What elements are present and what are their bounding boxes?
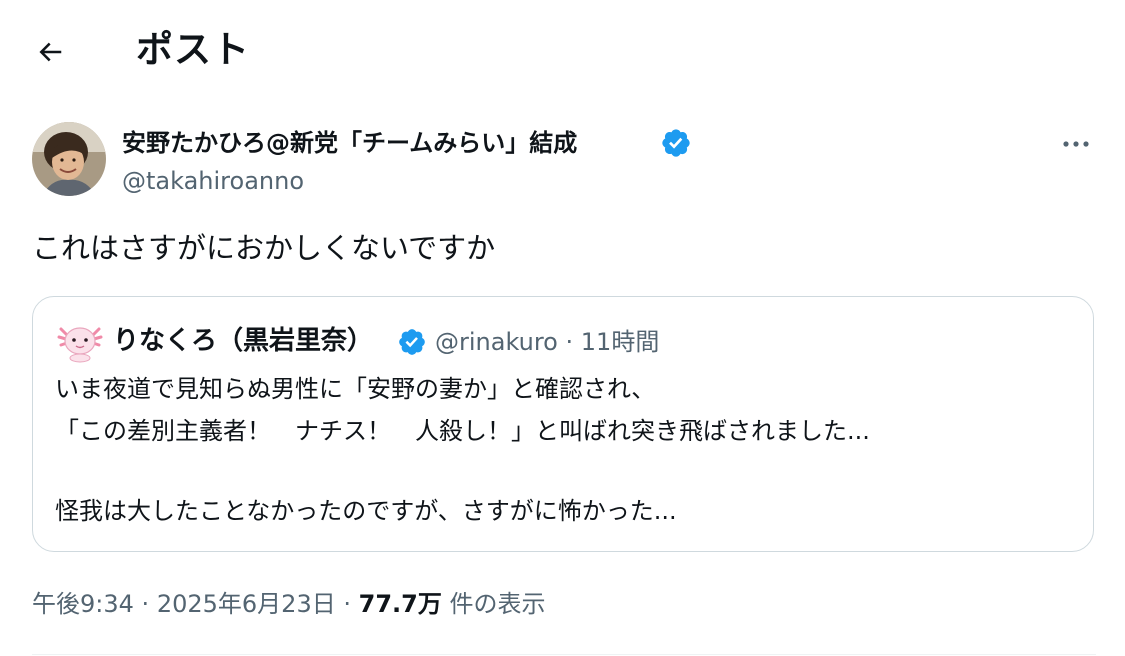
views-label: 件の表示 [449, 590, 546, 618]
page-title: ポスト [136, 28, 250, 71]
quoted-text-line: 怪我は大したことなかったのですが、さすがに怖かった... [55, 497, 677, 525]
profile-photo-icon [32, 122, 106, 196]
post-author: 安野たかひろ@新党「チームみらい」結成 @takahiroanno [32, 122, 1096, 202]
views-count[interactable]: 77.7万 [359, 590, 442, 618]
quoted-post[interactable]: りなくろ（黒岩里奈） @rinakuro · 11時間 いま夜道で見知らぬ男性に… [32, 296, 1094, 552]
avatar[interactable] [32, 122, 106, 196]
quoted-text-line: いま夜道で見知らぬ男性に「安野の妻か」と確認され、 [55, 375, 656, 403]
author-name[interactable]: 安野たかひろ@新党「チームみらい」結成 [122, 126, 577, 160]
author-handle[interactable]: @takahiroanno [122, 166, 304, 196]
page-header: ポスト [0, 0, 1125, 100]
post-date[interactable]: 2025年6月23日 [157, 590, 336, 618]
meta-separator: · [565, 328, 574, 356]
post-time[interactable]: 午後9:34 [32, 590, 134, 618]
meta-separator: · [343, 590, 351, 618]
arrow-left-icon [39, 42, 62, 62]
quoted-author-name[interactable]: りなくろ（黒岩里奈） [113, 324, 373, 358]
more-horizontal-icon [1063, 141, 1089, 147]
quoted-meta: @rinakuro · 11時間 [435, 325, 659, 359]
divider [32, 654, 1096, 655]
verified-badge-icon [662, 129, 690, 157]
more-button[interactable] [1050, 126, 1102, 162]
quoted-handle[interactable]: @rinakuro [435, 328, 558, 356]
post-meta: 午後9:34 · 2025年6月23日 · 77.7万 件の表示 [32, 586, 546, 622]
axolotl-avatar-icon [57, 327, 103, 363]
quoted-text-line: 「この差別主義者！ ナチス！ 人殺し！」と叫ばれ突き飛ばされました... [55, 417, 870, 445]
meta-separator: · [141, 590, 150, 618]
verified-badge-icon [399, 329, 425, 355]
back-button[interactable] [24, 28, 76, 76]
post-text: これはさすがにおかしくないですか [32, 231, 496, 265]
quoted-timestamp[interactable]: 11時間 [581, 328, 660, 356]
